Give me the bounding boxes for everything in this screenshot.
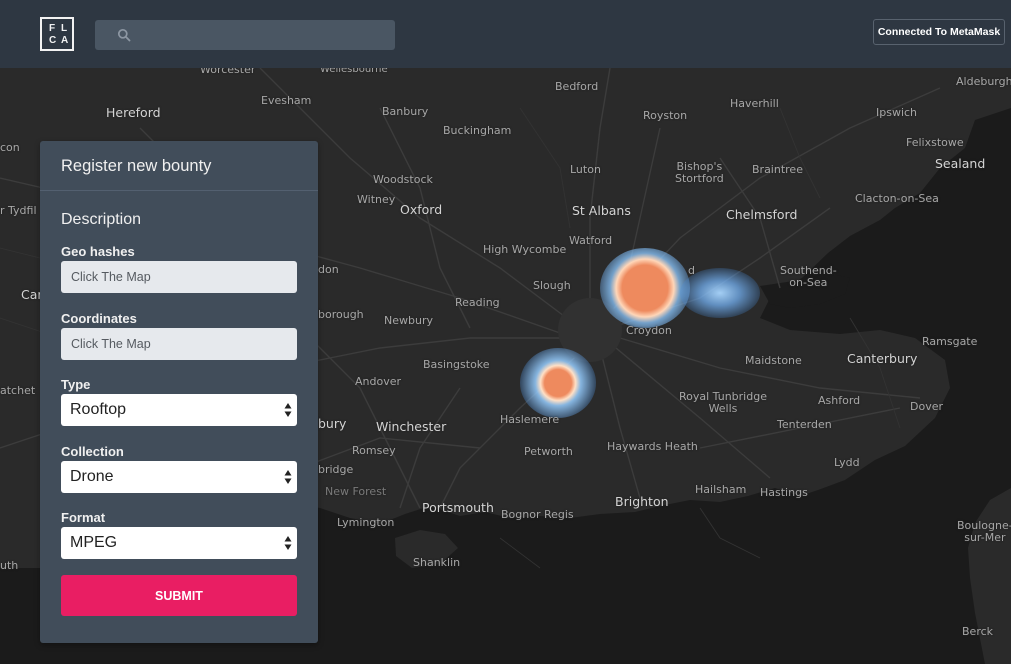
map-label: atchet [0,384,36,397]
map-label: Wellesbourne [320,68,388,75]
coordinates-field[interactable] [61,328,297,360]
heatmap-hotspot-surrey[interactable] [520,348,596,418]
map-label: Felixstowe [906,136,964,149]
coordinates-label: Coordinates [61,311,137,326]
panel-divider [40,190,318,191]
map-label: Croydon [626,324,672,337]
map-label: Buckingham [443,124,512,137]
map-label: con [0,141,20,154]
map-label: High Wycombe [483,243,567,256]
map-label: Evesham [261,94,312,107]
map-label: Aldeburgh [956,75,1011,88]
select-arrows-icon [284,403,292,417]
map-label: Bognor Regis [501,508,574,521]
map-label: Oxford [400,202,443,217]
map-label: Chelmsford [726,207,798,222]
logo-letter: A [61,35,69,46]
map-label: Ashford [818,394,861,407]
map-label: Newbury [384,314,433,327]
map-label: Worcester [200,68,256,76]
map-label: Ipswich [876,106,918,119]
map-label: Boulogne- sur-Mer [957,519,1011,544]
map-label: Maidstone [745,354,802,367]
map-label: Hereford [106,105,161,120]
collection-label: Collection [61,444,124,459]
map-label: Dover [910,400,943,413]
map-label: New Forest [325,485,387,498]
app-root: F L C A Connected To MetaMask Worcester … [0,0,1011,664]
map-label: Hailsham [695,483,747,496]
map-label: Brighton [615,494,669,509]
map-label: Woodstock [373,173,433,186]
map-label: borough [318,308,364,321]
logo-letter: L [61,23,68,34]
geo-hashes-label: Geo hashes [61,244,135,259]
map-label: Shanklin [413,556,461,569]
map-label: Lydd [834,456,860,469]
map-label: Witney [357,193,396,206]
map-label: bury [318,416,347,431]
map-label: Haverhill [730,97,779,110]
map-label: Canterbury [847,351,918,366]
map-label: Banbury [382,105,429,118]
map-label: Sealand [935,156,986,171]
map-label: Portsmouth [422,500,494,515]
map-label: bridge [318,463,354,476]
wallet-connect-button[interactable]: Connected To MetaMask [873,19,1005,45]
map-label: don [318,263,339,276]
type-label: Type [61,377,91,392]
register-bounty-panel: Register new bounty Description Geo hash… [40,141,318,643]
format-select-value: MPEG [70,534,118,551]
map-label: Andover [355,375,402,388]
map-label: Haslemere [500,413,560,426]
format-select[interactable]: MPEG [61,527,297,559]
map-label: Southend- on-Sea [780,264,837,289]
map-label: d [688,264,695,277]
map-label: Watford [569,234,613,247]
panel-title: Register new bounty [61,157,212,175]
logo-letter: C [49,35,57,46]
search-bar[interactable] [95,20,395,50]
map-label: r Tydfil [0,204,37,217]
search-input[interactable] [137,20,387,50]
map-label: Slough [533,279,571,292]
search-icon [117,28,131,42]
collection-select-value: Drone [70,468,114,485]
map-label: Petworth [524,445,573,458]
select-arrows-icon [284,536,292,550]
map-label: Romsey [352,444,396,457]
map-label: Hastings [760,486,808,499]
geo-hashes-field[interactable] [61,261,297,293]
map-label: Basingstoke [423,358,490,371]
type-select-value: Rooftop [70,401,127,418]
map-label: Reading [455,296,500,309]
select-arrows-icon [284,470,292,484]
map-label: Bishop's Stortford [675,160,724,185]
map-label: Berck [962,625,994,638]
map-label: Haywards Heath [607,440,698,453]
map-label: Tenterden [777,418,832,431]
logo-letter: F [49,23,56,34]
map-label: Ramsgate [922,335,978,348]
logo[interactable]: F L C A [40,17,74,51]
heatmap-hotspot-london[interactable] [600,248,690,328]
format-label: Format [61,510,106,525]
collection-select[interactable]: Drone [61,461,297,493]
type-select[interactable]: Rooftop [61,394,297,426]
map-label: Winchester [376,419,447,434]
map-label: Luton [570,163,601,176]
section-title: Description [61,211,142,228]
map-label: Braintree [752,163,803,176]
map-label: Royston [643,109,688,122]
map-label: uth [0,559,19,572]
map-label: Lymington [337,516,395,529]
map-label: Royal Tunbridge Wells [679,390,767,415]
map-label: Bedford [555,80,599,93]
submit-button[interactable]: SUBMIT [61,575,297,616]
top-bar: F L C A Connected To MetaMask [0,0,1011,68]
map-label: Clacton-on-Sea [855,192,939,205]
map-label: St Albans [572,203,631,218]
